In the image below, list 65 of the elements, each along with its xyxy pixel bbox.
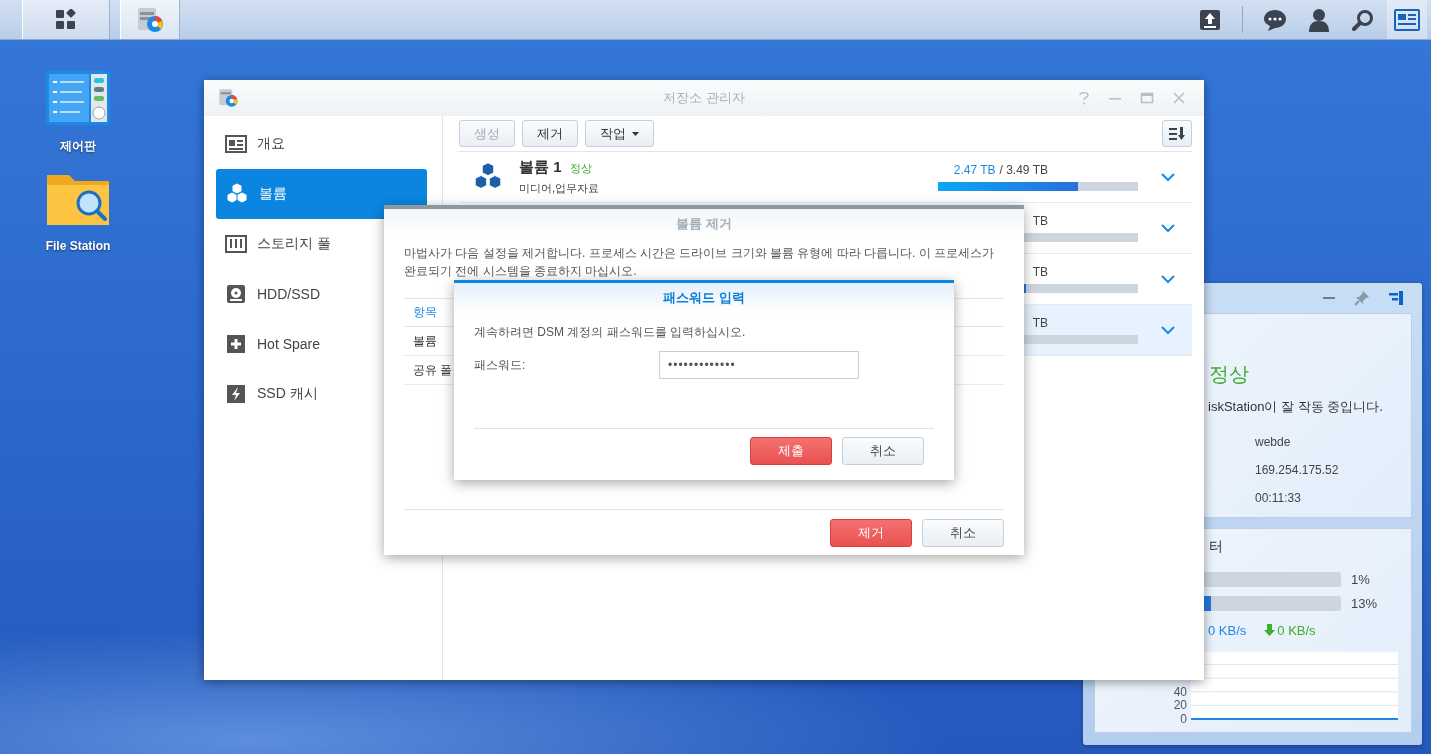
drive-bays-icon	[225, 234, 247, 254]
desktop-icon-label[interactable]: 제어판	[60, 138, 96, 155]
search-icon	[1352, 8, 1374, 31]
chevron-icon[interactable]	[1161, 223, 1175, 233]
volume-status: 정상	[569, 161, 592, 176]
desktop-icon-label[interactable]: File Station	[45, 239, 111, 253]
lightning-box-icon	[225, 384, 247, 404]
dialog-message: 마법사가 다음 설정을 제거합니다. 프로세스 시간은 드라이브 크기와 볼륨 유형에 따라 다릅니다. 이 프로세스가 완료되기 전에 시스템을 종료하지 마십시오.	[404, 245, 995, 280]
user-icon	[1308, 7, 1330, 32]
sidebar-item[interactable]: 개요	[216, 119, 427, 169]
pin-icon[interactable]	[1354, 290, 1370, 306]
health-status: 정상	[1208, 362, 1250, 387]
upload-speed: 0 KB/s	[1208, 622, 1247, 638]
dialog-title: 패스워드 입력	[454, 283, 954, 313]
tray-button[interactable]	[1387, 0, 1427, 39]
used-capacity: 2.47 TB	[953, 163, 996, 177]
password-field[interactable]: •••••••••••••	[659, 351, 859, 379]
total-capacity: TB	[1032, 316, 1048, 330]
dialog-button[interactable]: 취소	[922, 518, 1004, 547]
axis-label: 20	[1173, 698, 1187, 713]
control-panel-icon[interactable]	[45, 70, 111, 126]
taskbar-button[interactable]	[120, 0, 180, 39]
column-header: 항목	[413, 304, 437, 321]
table-cell: 볼륨	[413, 332, 437, 350]
down-arrow-icon	[1264, 624, 1276, 636]
chevron-icon[interactable]	[1161, 274, 1175, 284]
total-capacity: TB	[1032, 265, 1048, 279]
chevron-icon[interactable]	[1161, 325, 1175, 335]
toolbar-button[interactable]: 제거	[522, 120, 578, 147]
sidebar-item[interactable]: 볼륨	[216, 169, 427, 219]
usage-percent: 13%	[1351, 595, 1378, 611]
dialog-title: 볼륨 제거	[384, 209, 1024, 239]
total-capacity: / 3.49 TB	[999, 163, 1048, 177]
total-capacity: TB	[1032, 214, 1048, 228]
axis-label: 0	[1180, 712, 1187, 726]
dialog-message: 계속하려면 DSM 계정의 패스워드를 입력하십시오.	[474, 324, 747, 341]
sort-button[interactable]	[1162, 120, 1192, 147]
window-title: 저장소 관리자	[662, 89, 746, 107]
usage-percent: 1%	[1351, 571, 1370, 587]
upload-icon	[1199, 8, 1221, 31]
dialog-button[interactable]: 취소	[842, 437, 924, 465]
chevron-icon[interactable]	[1161, 172, 1175, 182]
axis-label: 40	[1173, 684, 1187, 699]
volume-name: 볼륨 1	[519, 158, 562, 177]
toolbar-button[interactable]: 작업	[585, 120, 654, 147]
widget-icon[interactable]	[1388, 290, 1404, 306]
widget-icon	[1394, 8, 1420, 31]
card-title: 터	[1208, 537, 1224, 555]
info-value: 00:11:33	[1254, 490, 1302, 507]
grid-icon	[55, 8, 77, 31]
volume-description: 미디어,업무자료	[519, 181, 600, 196]
storage-app-icon	[217, 87, 239, 109]
chat-icon	[1263, 8, 1287, 31]
cubes-icon	[225, 183, 249, 205]
taskbar-button[interactable]	[22, 0, 110, 39]
info-value: 169.254.175.52	[1254, 462, 1340, 479]
plus-box-icon	[225, 334, 247, 354]
health-message: iskStation이 잘 작동 중입니다.	[1207, 398, 1384, 416]
sort-icon	[1169, 126, 1185, 141]
volume-row[interactable]: 볼륨 1 정상 미디어,업무자료 2.47 TB / 3.49 TB	[459, 152, 1192, 203]
id-card-icon	[225, 134, 247, 154]
table-cell: 공유 폴	[413, 361, 453, 379]
field-label: 패스워드:	[474, 356, 527, 374]
info-value: webde	[1254, 434, 1292, 451]
download-speed: 0 KB/s	[1277, 622, 1316, 638]
